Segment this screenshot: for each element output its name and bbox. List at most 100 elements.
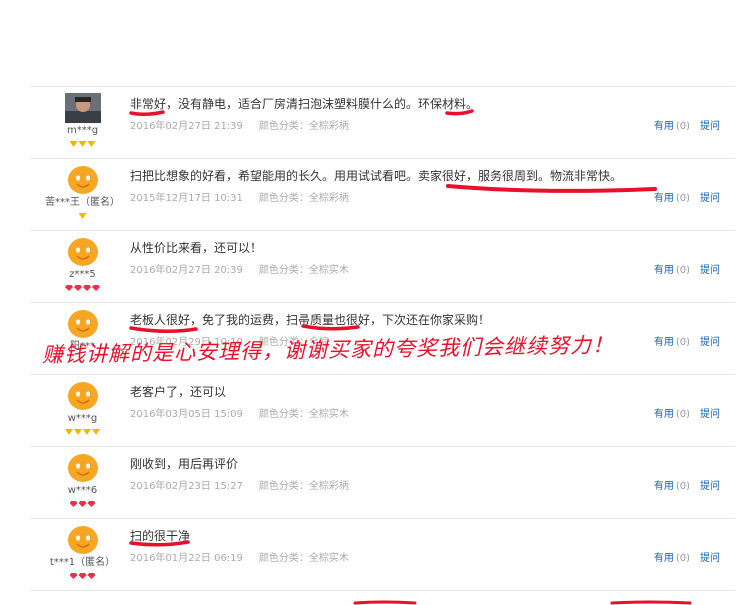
- review-actions: 有用 (0) 提问: [654, 333, 720, 348]
- reviewer-rank: [30, 138, 135, 147]
- reviewer-name: 苦***王（匿名）: [45, 197, 120, 208]
- rank-badge-icon: [69, 573, 78, 579]
- reviewer-name: w***g: [67, 413, 98, 424]
- default-avatar-icon: [64, 237, 101, 267]
- sku-attribute: 颜色分类：全棕实木: [258, 409, 349, 420]
- ask-question-link[interactable]: 提问: [700, 121, 720, 132]
- avatar[interactable]: [30, 165, 135, 195]
- review-actions: 有用 (0) 提问: [654, 549, 720, 564]
- rank-badge-icon: [92, 429, 100, 435]
- useful-count: (0): [675, 409, 690, 420]
- avatar[interactable]: [30, 309, 135, 339]
- rank-badge-icon: [92, 285, 100, 291]
- avatar[interactable]: [30, 525, 135, 555]
- underline-mark: [353, 600, 417, 605]
- useful-button[interactable]: 有用: [654, 337, 674, 348]
- reviewer-rank: [30, 282, 135, 291]
- reviewer-name: w***6: [67, 485, 98, 496]
- reviewer-info: t***1（匿名）: [30, 525, 135, 579]
- rank-badge-icon: [78, 573, 87, 579]
- review-row: t***1（匿名） 扫的很干净 2016年01月22日 06:19 颜色分类：全棕实木…: [30, 519, 735, 591]
- rank-badge-icon: [69, 141, 78, 147]
- sku-attribute: 颜色分类：全棕彩柄: [258, 121, 349, 132]
- review-text: 扫的很干净: [130, 529, 191, 543]
- rank-badge-icon: [74, 429, 82, 435]
- ask-question-link[interactable]: 提问: [700, 265, 720, 276]
- reviewer-name: z***5: [69, 269, 96, 280]
- review-date: 2016年02月23日 15:27: [130, 481, 243, 492]
- reviewer-info: z***5: [30, 237, 135, 291]
- reviewer-rank: [30, 498, 135, 507]
- sku-attribute: 颜色分类：全棕实木: [258, 553, 349, 564]
- review-date: 2016年02月27日 20:39: [130, 265, 243, 276]
- default-avatar-icon: [64, 165, 101, 195]
- sku-attribute: 颜色分类：全棕实木: [258, 265, 349, 276]
- default-avatar-icon: [64, 381, 101, 411]
- reviewer-name: t***1（匿名）: [49, 557, 116, 568]
- user-photo-icon: [64, 93, 101, 123]
- reviewer-info: 苦***王（匿名）: [30, 165, 135, 219]
- review-date: 2016年02月27日 21:39: [130, 121, 243, 132]
- useful-button[interactable]: 有用: [654, 265, 674, 276]
- useful-button[interactable]: 有用: [654, 409, 674, 420]
- reviewer-name: m***g: [66, 125, 99, 136]
- rank-badge-icon: [83, 429, 91, 435]
- review-row: m***g 非常好，没有静电，适合厂房清扫泡沫塑料膜什么的。环保材料。 2016年0…: [30, 87, 735, 159]
- review-text: 老客户了，还可以: [130, 385, 227, 399]
- review-row: z***5 从性价比来看，还可以！ 2016年02月27日 20:39 颜色分类：全棕…: [30, 231, 735, 303]
- review-meta: 2016年03月05日 15:09 颜色分类：全棕实木: [130, 405, 349, 420]
- rank-badge-icon: [87, 501, 96, 507]
- useful-count: (0): [675, 481, 690, 492]
- avatar[interactable]: [30, 381, 135, 411]
- reviewer-rank: [30, 210, 135, 219]
- review-actions: 有用 (0) 提问: [654, 117, 720, 132]
- review-row: w***g 老客户了，还可以 2016年03月05日 15:09 颜色分类：全棕实木 有…: [30, 375, 735, 447]
- rank-badge-icon: [87, 141, 96, 147]
- ask-question-link[interactable]: 提问: [700, 553, 720, 564]
- review-text: 扫把比想象的好看，希望能用的长久。用用试试看吧。卖家很好，服务很周到。物流非常快…: [130, 169, 623, 183]
- rank-badge-icon: [69, 501, 78, 507]
- useful-count: (0): [675, 265, 690, 276]
- review-text: 从性价比来看，还可以！: [130, 241, 263, 255]
- review-meta: 2016年01月22日 06:19 颜色分类：全棕实木: [130, 549, 349, 564]
- useful-button[interactable]: 有用: [654, 553, 674, 564]
- useful-count: (0): [675, 337, 690, 348]
- review-row: 苦***王（匿名） 扫把比想象的好看，希望能用的长久。用用试试看吧。卖家很好，服务…: [30, 159, 735, 231]
- review-date: 2016年01月22日 06:19: [130, 553, 243, 564]
- underline-mark: [610, 600, 692, 605]
- review-text: 刚收到，用后再评价: [130, 457, 239, 471]
- rank-badge-icon: [65, 429, 73, 435]
- useful-button[interactable]: 有用: [654, 193, 674, 204]
- ask-question-link[interactable]: 提问: [700, 337, 720, 348]
- reviewer-rank: [30, 570, 135, 579]
- review-text: 老板人很好，免了我的运费，扫帚质量也很好，下次还在你家采购！: [130, 313, 491, 327]
- review-row: w***6 刚收到，用后再评价 2016年02月23日 15:27 颜色分类：全棕彩柄…: [30, 447, 735, 519]
- review-meta: 2016年02月27日 20:39 颜色分类：全棕实木: [130, 261, 349, 276]
- rank-badge-icon: [74, 285, 82, 291]
- ask-question-link[interactable]: 提问: [700, 193, 720, 204]
- default-avatar-icon: [64, 525, 101, 555]
- ask-question-link[interactable]: 提问: [700, 481, 720, 492]
- useful-button[interactable]: 有用: [654, 481, 674, 492]
- rank-badge-icon: [78, 213, 87, 219]
- review-date: 2016年03月05日 15:09: [130, 409, 243, 420]
- rank-badge-icon: [78, 501, 87, 507]
- review-text: 非常好，没有静电，适合厂房清扫泡沫塑料膜什么的。环保材料。: [130, 97, 479, 111]
- avatar[interactable]: [30, 237, 135, 267]
- default-avatar-icon: [64, 309, 101, 339]
- rank-badge-icon: [87, 573, 96, 579]
- useful-button[interactable]: 有用: [654, 121, 674, 132]
- default-avatar-icon: [64, 453, 101, 483]
- ask-question-link[interactable]: 提问: [700, 409, 720, 420]
- review-date: 2015年12月17日 10:31: [130, 193, 243, 204]
- avatar[interactable]: [30, 453, 135, 483]
- reviewer-rank: [30, 426, 135, 435]
- review-actions: 有用 (0) 提问: [654, 477, 720, 492]
- avatar[interactable]: [30, 93, 135, 123]
- review-actions: 有用 (0) 提问: [654, 261, 720, 276]
- reviewer-info: m***g: [30, 93, 135, 147]
- rank-badge-icon: [78, 141, 87, 147]
- review-meta: 2015年12月17日 10:31 颜色分类：全棕彩柄: [130, 189, 349, 204]
- review-actions: 有用 (0) 提问: [654, 405, 720, 420]
- rank-badge-icon: [65, 285, 73, 291]
